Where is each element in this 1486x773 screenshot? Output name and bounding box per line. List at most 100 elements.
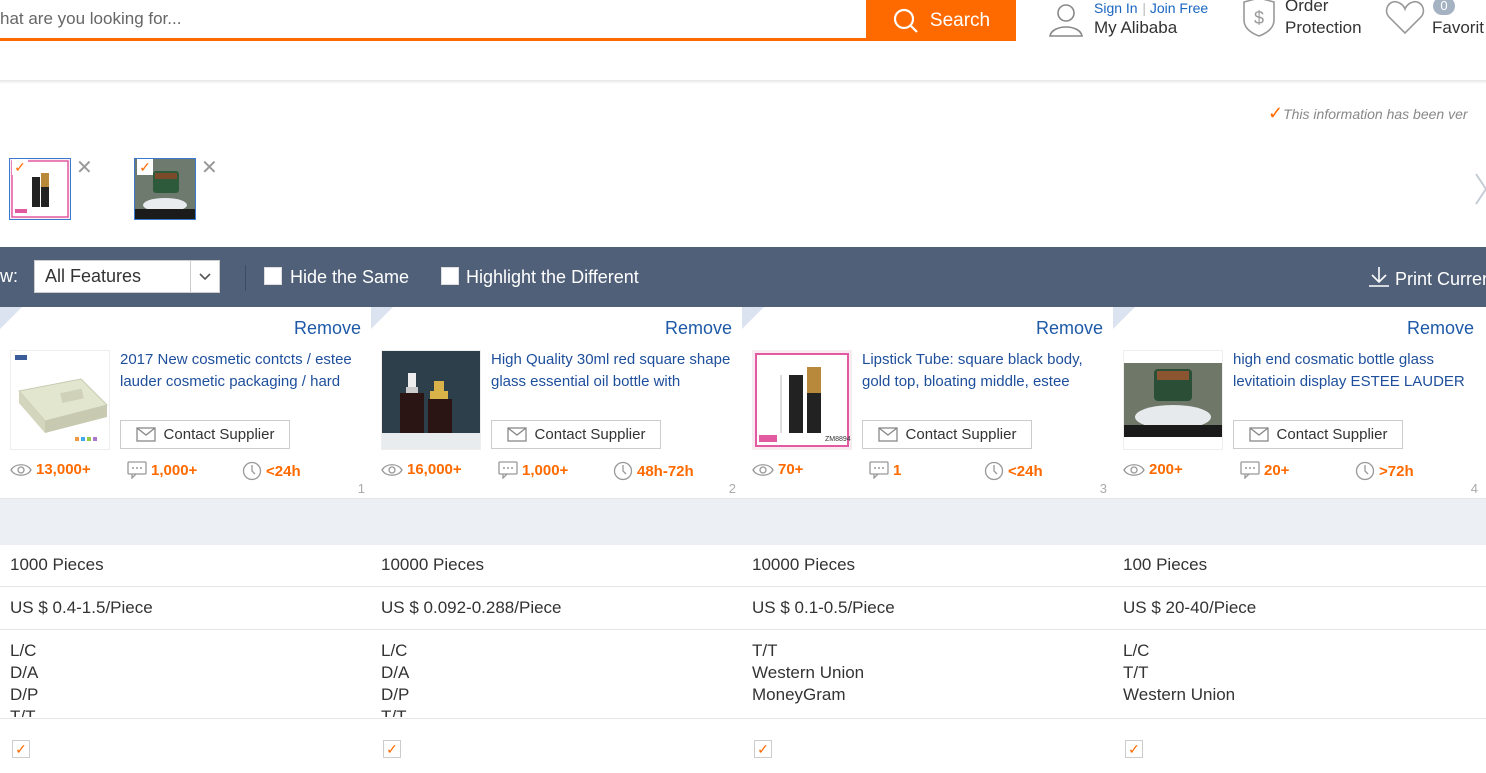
mail-icon <box>1248 427 1269 442</box>
select-row: ✓ <box>742 720 1113 773</box>
join-free-link[interactable]: Join Free <box>1150 0 1208 16</box>
compare-toolbar: w: All Features Hide the Same Highlight … <box>0 247 1486 307</box>
payment-term: D/A <box>381 663 410 682</box>
column-index: 4 <box>1470 481 1478 496</box>
chat-icon <box>127 461 147 479</box>
messages-stat: 1,000+ <box>127 461 197 479</box>
order-protection-line2[interactable]: Protection <box>1285 17 1362 39</box>
search-input[interactable] <box>0 0 866 41</box>
response-time-stat: 48h-72h <box>613 461 694 481</box>
svg-text:ZM8894: ZM8894 <box>825 436 851 443</box>
toolbar-divider <box>245 265 246 291</box>
views-stat: 70+ <box>752 461 803 478</box>
product-image[interactable] <box>10 350 110 450</box>
favorites-link[interactable]: Favorit <box>1432 17 1484 39</box>
payment-terms-cell: T/T Western Union MoneyGram <box>742 631 1113 719</box>
column-index: 3 <box>1099 481 1107 496</box>
product-image[interactable] <box>381 350 481 450</box>
views-count: 70+ <box>778 461 804 478</box>
messages-count: 1,000+ <box>522 461 569 479</box>
select-product-checkbox[interactable]: ✓ <box>1125 740 1143 758</box>
product-column-3: Remove ZM8894 Lipstick Tube: square blac… <box>742 307 1114 773</box>
corner-decoration <box>742 307 764 329</box>
remove-product-button[interactable]: Remove <box>665 318 732 339</box>
contact-supplier-label: Contact Supplier <box>534 426 646 443</box>
product-title-link[interactable]: high end cosmatic bottle glass levitatio… <box>1233 349 1477 393</box>
payment-term: L/C <box>1123 641 1150 660</box>
select-product-checkbox[interactable]: ✓ <box>754 740 772 758</box>
view-label: w: <box>0 266 18 286</box>
contact-supplier-label: Contact Supplier <box>905 426 1017 443</box>
price-cell: US $ 0.092-0.288/Piece <box>371 588 742 630</box>
product-image[interactable] <box>1123 350 1223 450</box>
lipstick-tube-image-icon: ZM8894 <box>753 351 851 449</box>
product-title-link[interactable]: Lipstick Tube: square black body, gold t… <box>862 349 1106 393</box>
clock-icon <box>1355 461 1375 481</box>
select-product-checkbox[interactable]: ✓ <box>12 740 30 758</box>
header-divider <box>0 80 1486 84</box>
views-count: 13,000+ <box>36 461 91 478</box>
remove-product-button[interactable]: Remove <box>294 318 361 339</box>
column-index: 2 <box>728 481 736 496</box>
remove-product-button[interactable]: Remove <box>1407 318 1474 339</box>
contact-supplier-button[interactable]: Contact Supplier <box>120 420 290 449</box>
eye-icon <box>1123 463 1145 476</box>
product-title-link[interactable]: High Quality 30ml red square shape glass… <box>491 349 735 393</box>
cosmetic-jar-image-icon <box>1124 351 1222 449</box>
contact-supplier-label: Contact Supplier <box>1276 426 1388 443</box>
heart-icon <box>1385 0 1425 35</box>
response-time: >72h <box>1379 462 1414 480</box>
payment-terms-cell: L/C T/T Western Union <box>1113 631 1486 719</box>
select-product-checkbox[interactable]: ✓ <box>383 740 401 758</box>
response-time-stat: <24h <box>242 461 301 481</box>
messages-stat: 20+ <box>1240 461 1289 479</box>
remove-thumb-2-icon[interactable]: ✕ <box>201 158 218 178</box>
product-title-link[interactable]: 2017 New cosmetic contcts / estee lauder… <box>120 349 364 393</box>
section-header-row <box>0 498 371 545</box>
corner-decoration <box>0 307 22 329</box>
corner-decoration <box>1113 307 1135 329</box>
highlight-different-label[interactable]: Highlight the Different <box>466 267 639 288</box>
search-button[interactable]: Search <box>866 0 1016 41</box>
response-time: <24h <box>266 462 301 480</box>
hide-same-label[interactable]: Hide the Same <box>290 267 409 288</box>
payment-term: T/T <box>752 641 778 660</box>
product-image[interactable]: ZM8894 <box>752 350 852 450</box>
search-button-label: Search <box>929 9 991 31</box>
product-column-2: Remove High Quality 30ml red square shap… <box>371 307 743 773</box>
chat-icon <box>869 461 889 479</box>
favorites-count-badge: 0 <box>1433 0 1455 15</box>
min-order-cell: 10000 Pieces <box>742 545 1113 587</box>
clock-icon <box>984 461 1004 481</box>
order-protection-line1[interactable]: Order <box>1285 0 1328 17</box>
column-index: 1 <box>357 481 365 496</box>
contact-supplier-button[interactable]: Contact Supplier <box>1233 420 1403 449</box>
contact-supplier-button[interactable]: Contact Supplier <box>491 420 661 449</box>
product-card: Remove ZM8894 Lipstick Tube: square blac… <box>742 307 1113 498</box>
clock-icon <box>242 461 262 481</box>
remove-product-button[interactable]: Remove <box>1036 318 1103 339</box>
shield-icon: $ <box>1243 0 1275 37</box>
payment-term: Western Union <box>752 663 865 682</box>
hide-same-checkbox[interactable] <box>264 267 282 285</box>
my-alibaba-link[interactable]: My Alibaba <box>1094 17 1177 39</box>
thumb-check-icon: ✓ <box>12 159 28 175</box>
sign-in-link[interactable]: Sign In <box>1094 0 1138 16</box>
product-card: Remove high end cosmatic bottle glass le… <box>1113 307 1484 498</box>
next-arrow-icon[interactable] <box>1474 172 1486 206</box>
feature-select-value: All Features <box>45 266 142 286</box>
feature-select[interactable]: All Features <box>34 260 220 293</box>
remove-thumb-1-icon[interactable]: ✕ <box>76 158 93 178</box>
compare-thumb-1[interactable]: ✓ <box>9 158 71 220</box>
price-cell: US $ 20-40/Piece <box>1113 588 1486 630</box>
clock-icon <box>613 461 633 481</box>
views-stat: 16,000+ <box>381 461 462 478</box>
highlight-different-checkbox[interactable] <box>441 267 459 285</box>
messages-count: 1 <box>893 461 902 479</box>
contact-supplier-button[interactable]: Contact Supplier <box>862 420 1032 449</box>
print-button[interactable]: Print Curren <box>1368 266 1486 290</box>
compare-thumb-2[interactable]: ✓ <box>134 158 196 220</box>
payment-term: D/A <box>10 663 39 682</box>
section-header-row <box>371 498 742 545</box>
payment-term: L/C <box>381 641 408 660</box>
